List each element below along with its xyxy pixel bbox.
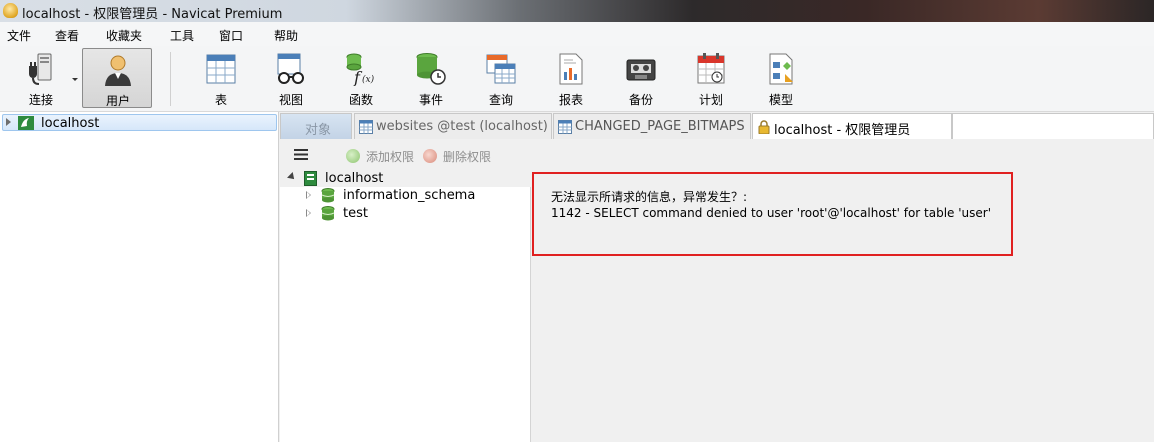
window-title: localhost - 权限管理员 - Navicat Premium [22, 7, 283, 22]
model-icon [769, 53, 793, 85]
tab-websites[interactable]: websites @test (localhost) -... [354, 113, 552, 139]
privilege-object-tree: localhost information_schema test [280, 170, 531, 442]
table-icon [558, 120, 572, 134]
plug-icon [29, 53, 52, 85]
tab-changed-label: CHANGED_PAGE_BITMAPS ... [575, 119, 751, 134]
view-label: 视图 [278, 93, 303, 107]
tree-item-label: information_schema [343, 188, 476, 203]
table-icon [359, 120, 373, 134]
title-bar: localhost - 权限管理员 - Navicat Premium [0, 0, 1154, 22]
tab-objects[interactable]: 对象 [280, 113, 352, 139]
query-button[interactable]: 查询 [466, 48, 536, 108]
user-button[interactable]: 用户 [82, 48, 152, 108]
tree-item-label: test [343, 206, 368, 221]
tree-item-localhost[interactable]: localhost [2, 114, 277, 131]
model-label: 模型 [768, 93, 793, 107]
expand-arrow-icon[interactable] [306, 191, 311, 199]
lock-icon [758, 120, 770, 134]
tab-websites-label: websites @test (localhost) -... [376, 119, 552, 134]
function-button[interactable]: f (x) 函数 [326, 48, 396, 108]
tree-root-label: localhost [325, 171, 384, 186]
menu-view[interactable]: 查看 [55, 27, 79, 44]
svg-text:(x): (x) [362, 74, 375, 85]
error-title: 无法显示所请求的信息，异常发生？: [551, 190, 748, 204]
toolbar-separator [170, 52, 171, 106]
report-label: 报表 [558, 93, 583, 107]
tab-bar-empty-area [952, 113, 1154, 139]
expand-arrow-icon[interactable] [306, 209, 311, 217]
delete-privilege-icon [423, 149, 437, 163]
menu-file[interactable]: 文件 [7, 27, 31, 44]
database-icon [321, 206, 335, 221]
report-button[interactable]: 报表 [536, 48, 606, 108]
event-label: 事件 [418, 93, 443, 107]
function-label: 函数 [348, 93, 373, 107]
schedule-label: 计划 [698, 93, 723, 107]
tree-root-localhost[interactable]: localhost [280, 170, 531, 187]
menu-tools[interactable]: 工具 [170, 27, 194, 44]
tab-changed-page-bitmaps[interactable]: CHANGED_PAGE_BITMAPS ... [553, 113, 751, 139]
report-icon [559, 53, 583, 85]
delete-privilege-label: 删除权限 [443, 150, 492, 164]
collapse-arrow-icon[interactable] [287, 172, 297, 182]
menu-bar: 文件 查看 收藏夹 工具 窗口 帮助 [0, 22, 1154, 46]
error-message-box: 无法显示所请求的信息，异常发生？: 1142 - SELECT command … [532, 172, 1013, 256]
connection-tree-panel: localhost [0, 112, 279, 442]
connect-dropdown-icon[interactable] [72, 78, 78, 81]
event-button[interactable]: 事件 [396, 48, 466, 108]
navicat-app-icon [3, 3, 18, 18]
menu-favorites[interactable]: 收藏夹 [106, 27, 142, 44]
query-label: 查询 [488, 93, 513, 107]
database-icon [321, 188, 335, 203]
connect-label: 连接 [28, 93, 53, 107]
privilege-manager: 添加权限 删除权限 localhost information_schema t… [280, 140, 1154, 442]
tab-objects-label: 对象 [305, 123, 332, 138]
view-button[interactable]: 视图 [256, 48, 326, 108]
menu-hamburger-icon[interactable] [294, 149, 308, 160]
tree-item-test[interactable]: test [280, 205, 531, 223]
view-glasses-icon [277, 53, 304, 84]
schedule-button[interactable]: 计划 [676, 48, 746, 108]
table-button[interactable]: 表 [186, 48, 256, 108]
user-icon [105, 55, 131, 86]
event-clock-icon [416, 53, 446, 85]
backup-label: 备份 [628, 93, 653, 107]
backup-button[interactable]: 备份 [606, 48, 676, 108]
menu-help[interactable]: 帮助 [274, 27, 298, 44]
menu-window[interactable]: 窗口 [219, 27, 243, 44]
mysql-server-icon [304, 171, 317, 186]
tab-bar: 对象 websites @test (localhost) -... CHANG… [280, 112, 1154, 140]
connect-button[interactable]: 连接 [6, 48, 78, 108]
tab-privilege-manager[interactable]: localhost - 权限管理员 [752, 113, 952, 139]
schedule-calendar-icon [697, 53, 725, 84]
error-message: 1142 - SELECT command denied to user 'ro… [551, 206, 992, 220]
add-privilege-icon [346, 149, 360, 163]
tree-item-information-schema[interactable]: information_schema [280, 187, 531, 205]
table-icon [206, 54, 236, 84]
tab-privileges-label: localhost - 权限管理员 [774, 123, 911, 138]
function-icon: f (x) [346, 53, 375, 86]
user-label: 用户 [105, 94, 130, 108]
table-label: 表 [214, 93, 227, 107]
query-icon [486, 54, 516, 84]
tree-item-label: localhost [41, 116, 100, 131]
add-privilege-label: 添加权限 [366, 150, 415, 164]
mysql-connection-icon [18, 116, 34, 130]
privilege-toolbar: 添加权限 删除权限 [280, 140, 1154, 170]
model-button[interactable]: 模型 [746, 48, 816, 108]
expand-arrow-icon[interactable] [6, 118, 11, 126]
main-toolbar: 连接 用户 表 视图 f (x) 函数 事件 查询 报表 备份 计划 模型 [0, 46, 1154, 112]
backup-tape-icon [626, 59, 656, 81]
